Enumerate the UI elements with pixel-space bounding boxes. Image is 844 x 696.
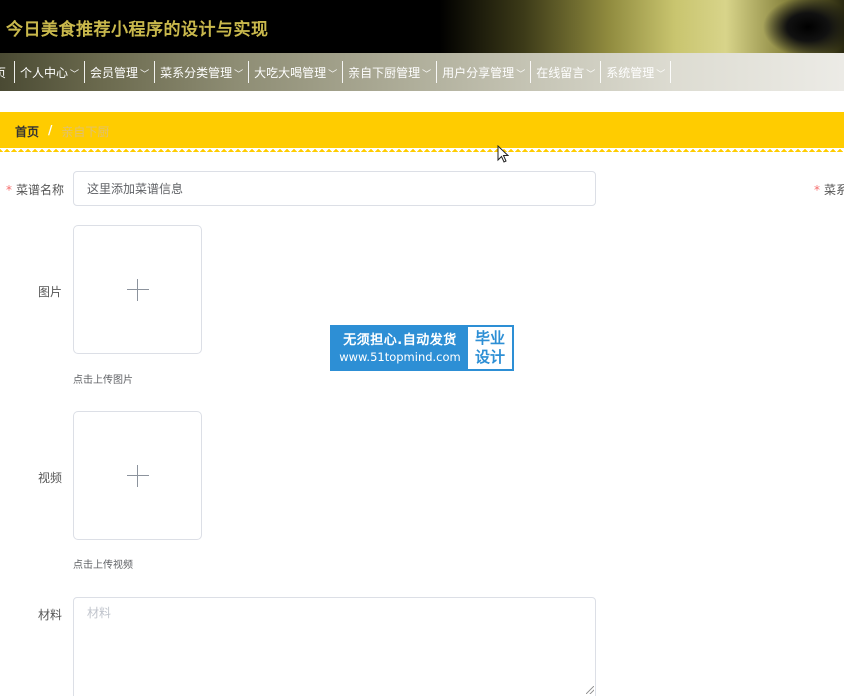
top-nav: 页 个人中心 ﹀ 会员管理 ﹀ 菜系分类管理 ﹀ 大吃大喝管理 ﹀ 亲自下厨管理… — [0, 53, 844, 91]
watermark-left: 无须担心.自动发货 www.51topmind.com — [332, 327, 468, 369]
image-label: 图片 — [38, 285, 63, 299]
nav-item-label: 用户分享管理 — [442, 65, 515, 80]
watermark-side1: 毕业 — [474, 329, 505, 347]
materials-label: 材料 — [38, 608, 63, 622]
nav-item-home-cooking-management[interactable]: 亲自下厨管理 ﹀ — [343, 61, 438, 83]
required-mark: * — [6, 183, 12, 197]
breadcrumb-separator: / — [48, 123, 53, 137]
watermark-right: 毕业 设计 — [468, 327, 512, 369]
chevron-down-icon: ﹀ — [234, 69, 244, 80]
nav-item-eat-drink-management[interactable]: 大吃大喝管理 ﹀ — [249, 61, 344, 83]
mouse-cursor-icon — [497, 145, 509, 163]
video-upload-button[interactable] — [73, 411, 202, 540]
nav-item-home[interactable]: 页 — [0, 61, 16, 83]
nav-item-label: 亲自下厨管理 — [348, 65, 421, 80]
image-upload-button[interactable] — [73, 225, 202, 354]
materials-textarea[interactable]: 材料 — [73, 597, 596, 696]
materials-placeholder: 材料 — [87, 606, 112, 620]
nav-item-user-share-management[interactable]: 用户分享管理 ﹀ — [437, 61, 532, 83]
nav-item-label: 大吃大喝管理 — [254, 65, 327, 80]
nav-item-label: 会员管理 — [90, 65, 139, 80]
app-title: 今日美食推荐小程序的设计与实现 — [6, 20, 269, 40]
recipe-name-input[interactable]: 这里添加菜谱信息 — [73, 171, 596, 206]
recipe-name-label-text: 菜谱名称 — [16, 183, 65, 197]
breadcrumb-current: 亲自下厨 — [61, 125, 110, 139]
chevron-down-icon: ﹀ — [140, 69, 150, 80]
nav-item-system-management[interactable]: 系统管理 ﹀ — [601, 61, 672, 83]
watermark-badge: 无须担心.自动发货 www.51topmind.com 毕业 设计 — [330, 325, 514, 371]
video-upload-hint: 点击上传视频 — [73, 560, 133, 571]
textarea-resize-handle[interactable] — [586, 686, 594, 694]
chevron-down-icon: ﹀ — [328, 69, 338, 80]
chevron-down-icon: ﹀ — [516, 69, 526, 80]
nav-item-cuisine-category-management[interactable]: 菜系分类管理 ﹀ — [155, 61, 250, 83]
watermark-line2: www.51topmind.com — [339, 349, 461, 364]
app-root: 今日美食推荐小程序的设计与实现 页 个人中心 ﹀ 会员管理 ﹀ 菜系分类管理 ﹀… — [0, 0, 844, 696]
watermark-side2: 设计 — [474, 348, 505, 366]
image-upload-hint: 点击上传图片 — [73, 375, 133, 386]
chevron-down-icon: ﹀ — [586, 69, 596, 80]
video-label: 视频 — [38, 471, 63, 485]
breadcrumb-home-link[interactable]: 首页 — [15, 123, 39, 140]
nav-item-label: 系统管理 — [606, 65, 655, 80]
watermark-line1: 无须担心.自动发货 — [343, 332, 457, 348]
breadcrumb: 首页 / 亲自下厨 — [15, 123, 109, 140]
chevron-down-icon: ﹀ — [422, 69, 432, 80]
cuisine-field-label: * 菜系 — [814, 181, 844, 198]
nav-item-personal-center[interactable]: 个人中心 ﹀ — [15, 61, 86, 83]
cuisine-field-label-text: 菜系 — [824, 183, 844, 197]
header-banner: 今日美食推荐小程序的设计与实现 — [0, 0, 844, 53]
nav-item-online-message[interactable]: 在线留言 ﹀ — [531, 61, 602, 83]
recipe-name-label: * 菜谱名称 — [6, 181, 64, 198]
chevron-down-icon: ﹀ — [70, 69, 80, 80]
nav-item-label: 在线留言 — [536, 65, 585, 80]
plus-icon — [126, 278, 149, 301]
recipe-name-input-value: 这里添加菜谱信息 — [87, 182, 184, 196]
nav-item-label: 菜系分类管理 — [160, 65, 233, 80]
plus-icon — [126, 464, 149, 487]
nav-item-member-management[interactable]: 会员管理 ﹀ — [85, 61, 156, 83]
breadcrumb-bar: 首页 / 亲自下厨 — [0, 112, 844, 153]
nav-item-label: 个人中心 — [20, 65, 69, 80]
required-mark: * — [814, 183, 820, 197]
chevron-down-icon: ﹀ — [656, 69, 666, 80]
nav-item-label: 页 — [0, 65, 7, 80]
